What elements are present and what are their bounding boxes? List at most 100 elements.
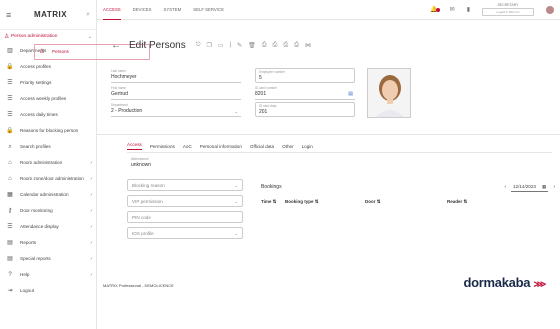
session-info: Logoff in 300 min <box>482 8 534 16</box>
copy-icon[interactable]: ❐ <box>206 42 211 49</box>
id-card-field[interactable]: ID card number 8201 ▤ <box>255 85 355 100</box>
sidebar-item-reports[interactable]: ▤ Reports › <box>0 235 96 251</box>
department-select[interactable]: Department 2 - Production ⌄ <box>111 102 241 117</box>
nav-self-service[interactable]: SELF SERVICE <box>193 0 224 20</box>
tab-personal-information[interactable]: Personal information <box>200 144 242 149</box>
lock-icon: 🔒 <box>6 64 14 70</box>
print-card-icon[interactable]: ⎙ <box>283 42 288 49</box>
ios-profile-select[interactable]: IOS profile ⌄ <box>127 227 243 239</box>
avatar[interactable] <box>546 5 554 14</box>
tab-official-data[interactable]: Official data <box>250 144 274 149</box>
sidebar-item-logout[interactable]: ⇥ Logout <box>0 283 96 299</box>
chevron-down-icon: ⌄ <box>234 230 238 236</box>
mail-icon[interactable]: ✉ <box>450 6 455 13</box>
print-list-icon[interactable]: ⎙ <box>273 42 278 49</box>
sidebar-item-priority-settings[interactable]: ☰ Priority settings <box>0 75 96 91</box>
sidebar-item-label: Door monitoring <box>20 208 53 213</box>
share-icon[interactable]: ⎋ <box>196 42 201 49</box>
tab-aoc[interactable]: AoC <box>183 144 192 149</box>
notifications-icon[interactable]: 🔔 <box>430 6 440 13</box>
last-name-field[interactable]: Last name Hochmeyer <box>111 68 241 83</box>
attendance-value: unknown <box>131 162 152 168</box>
sidebar: ≡ MATRIX ⌕ ♙ Person administration ⌄ ♙ Pe… <box>0 0 150 329</box>
bookings-date-input[interactable]: 12/14/2023 ▦ <box>510 183 549 192</box>
pin-code-input[interactable]: PIN code <box>127 211 243 223</box>
sidebar-item-label: Room zone/door administration <box>20 176 84 181</box>
back-arrow-icon[interactable]: ← <box>111 40 121 51</box>
search-icon: ⌕ <box>8 144 12 150</box>
sidebar-item-access-profiles[interactable]: 🔒 Access profiles <box>0 59 96 75</box>
col-reader-label: Reader <box>447 199 463 204</box>
last-name-label: Last name <box>111 69 126 73</box>
print-icon[interactable]: ⎙ <box>262 42 267 49</box>
sidebar-item-reasons-for-blocking-person[interactable]: 🔒 Reasons for blocking person <box>0 123 96 139</box>
sidebar-item-label: Room administration <box>20 160 63 165</box>
logout-icon: ⇥ <box>7 288 13 294</box>
card-reader-icon[interactable]: ▤ <box>348 91 353 97</box>
sidebar-header: ≡ MATRIX ⌕ <box>0 0 96 30</box>
first-name-field[interactable]: First name Gertrud <box>111 85 241 100</box>
col-booking-type[interactable]: Booking type ⇅ <box>279 199 359 205</box>
pin-code-placeholder: PIN code <box>132 214 151 220</box>
sidebar-item-label: Help <box>20 272 30 277</box>
user-info[interactable]: SECRETARY Logoff in 300 min <box>482 3 534 16</box>
vip-permission-select[interactable]: VIP permission ⌄ <box>127 195 243 207</box>
chevron-left-icon[interactable]: ‹ <box>504 184 506 190</box>
employee-number-value: 5 <box>259 75 262 81</box>
chevron-down-icon: ⌄ <box>87 33 92 40</box>
building-icon: ▥ <box>7 48 13 54</box>
sidebar-item-access-weekly-profiles[interactable]: ☰ Access weekly profiles <box>0 91 96 107</box>
sidebar-item-access-daily-times[interactable]: ☰ Access daily times <box>0 107 96 123</box>
person-photo[interactable] <box>367 68 411 118</box>
app: ≡ MATRIX ⌕ ♙ Person administration ⌄ ♙ Pe… <box>0 0 560 329</box>
print-badge-icon[interactable]: ⎙ <box>294 42 299 49</box>
tab-login[interactable]: Login <box>302 144 313 149</box>
key-icon: ⚷ <box>7 208 13 214</box>
sidebar-item-search-profiles[interactable]: ⌕ Search profiles <box>0 139 96 155</box>
nav-devices[interactable]: DEVICES <box>133 0 152 20</box>
list-icon: ☰ <box>7 224 13 230</box>
col-time[interactable]: Time ⇅ <box>255 199 279 205</box>
search-icon[interactable]: ⌕ <box>86 11 90 19</box>
save-icon[interactable]: ▭ <box>218 42 224 49</box>
chevron-right-icon[interactable]: › <box>553 184 555 190</box>
user-name: SECRETARY <box>497 3 519 7</box>
department-value: 2 - Production <box>111 108 143 114</box>
tab-access[interactable]: Access <box>127 142 142 150</box>
col-time-label: Time <box>261 199 272 204</box>
sidebar-item-attendance-display[interactable]: ☰ Attendance display › <box>0 219 96 235</box>
id-card-data-field[interactable]: ID card data 201 <box>255 102 355 117</box>
chevron-down-icon: ⌄ <box>234 198 238 204</box>
connect-icon[interactable]: ⋈ <box>305 42 311 49</box>
section-divider <box>97 134 560 135</box>
sidebar-item-label: Reasons for blocking person <box>20 128 79 133</box>
col-door[interactable]: Door ⇅ <box>359 199 441 205</box>
tab-other[interactable]: Other <box>282 144 294 149</box>
tab-permissions[interactable]: Permissions <box>150 144 175 149</box>
delete-icon[interactable]: 🗑 <box>248 42 256 49</box>
sidebar-item-help[interactable]: ? Help › <box>0 267 96 283</box>
sidebar-item-label: Access daily times <box>20 112 58 117</box>
photo-image <box>368 69 410 117</box>
col-reader[interactable]: Reader ⇅ <box>441 199 521 205</box>
notification-badge <box>435 8 440 12</box>
calendar-icon[interactable]: ▦ <box>542 184 546 190</box>
chevron-right-icon: › <box>90 192 92 198</box>
sidebar-item-calendar-administration[interactable]: ▦ Calendar administration › <box>0 187 96 203</box>
sidebar-item-label: Special reports <box>20 256 51 261</box>
nav-access[interactable]: ACCESS <box>103 0 121 20</box>
blocking-reason-placeholder: Blocking reason <box>132 182 165 188</box>
tab-underline <box>127 152 552 153</box>
logo-mark-icon: ⋙ <box>533 279 546 289</box>
employee-number-field[interactable]: Employee number 5 <box>255 68 355 83</box>
menu-icon[interactable]: ≡ <box>6 10 18 20</box>
sidebar-group-person-administration[interactable]: ♙ Person administration ⌄ <box>0 30 96 43</box>
edit-icon[interactable]: ✎ <box>237 42 242 49</box>
sidebar-item-special-reports[interactable]: ▤ Special reports › <box>0 251 96 267</box>
nav-system[interactable]: SYSTEM <box>164 0 182 20</box>
sidebar-item-room-administration[interactable]: ⌂ Room administration › <box>0 155 96 171</box>
sidebar-item-door-monitoring[interactable]: ⚷ Door monitoring › <box>0 203 96 219</box>
sidebar-item-room-zone-door-administration[interactable]: ⌂ Room zone/door administration › <box>0 171 96 187</box>
blocking-reason-select[interactable]: Blocking reason ⌄ <box>127 179 243 191</box>
device-icon[interactable]: ▮ <box>467 6 470 13</box>
